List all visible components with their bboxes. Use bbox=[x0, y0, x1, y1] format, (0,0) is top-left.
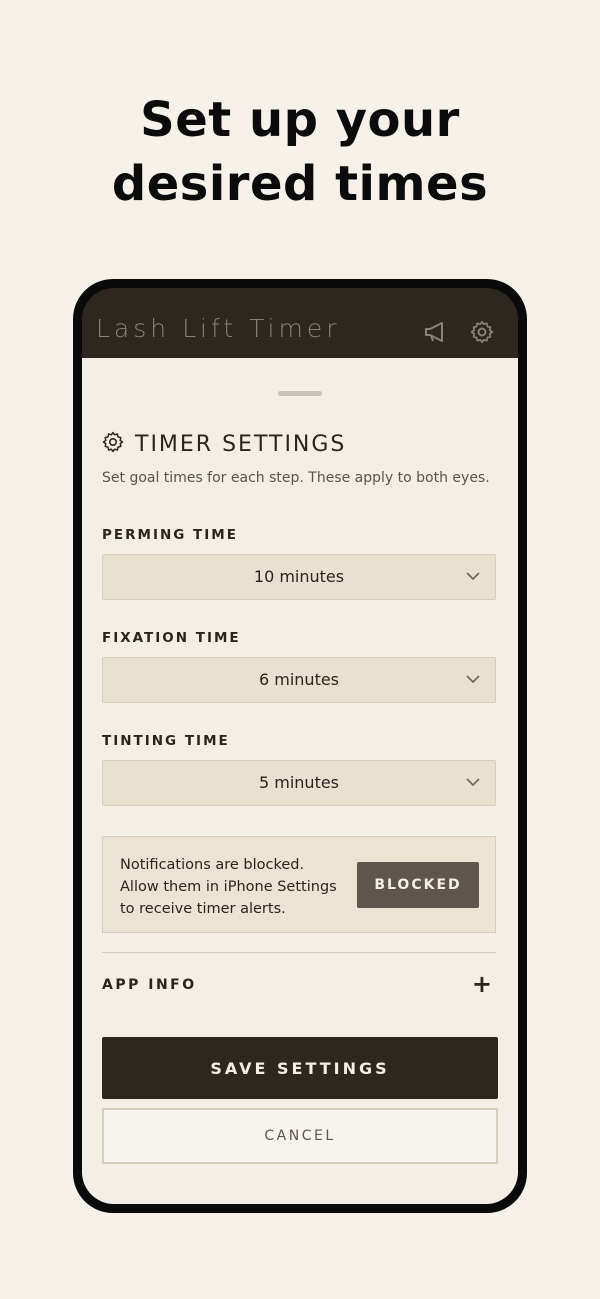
settings-subtitle: Set goal times for each step. These appl… bbox=[102, 470, 490, 486]
drag-handle[interactable] bbox=[278, 391, 322, 396]
fixation-time-select[interactable]: 6 minutes bbox=[102, 657, 496, 703]
phone-screen: Lash Lift Timer TIMER SETTINGS Set goal … bbox=[82, 288, 518, 1204]
fixation-time-label: FIXATION TIME bbox=[102, 630, 241, 646]
tinting-time-select[interactable]: 5 minutes bbox=[102, 760, 496, 806]
app-bar: Lash Lift Timer bbox=[82, 288, 518, 358]
marketing-headline: Set up your desired times bbox=[0, 88, 600, 216]
fixation-time-value: 6 minutes bbox=[258, 670, 340, 689]
cancel-button[interactable]: CANCEL bbox=[102, 1108, 498, 1164]
chevron-down-icon bbox=[466, 778, 480, 787]
perming-time-value: 10 minutes bbox=[253, 567, 345, 586]
app-info-label: APP INFO bbox=[102, 977, 197, 993]
headline-line-1: Set up your bbox=[140, 92, 460, 148]
settings-header: TIMER SETTINGS bbox=[101, 430, 346, 458]
app-title: Lash Lift Timer bbox=[96, 314, 341, 343]
notice-line: Allow them in iPhone Settings bbox=[120, 879, 337, 895]
plus-icon[interactable]: + bbox=[472, 970, 492, 998]
phone-frame: Lash Lift Timer TIMER SETTINGS Set goal … bbox=[73, 279, 527, 1213]
notice-line: to receive timer alerts. bbox=[120, 901, 286, 917]
app-info-toggle[interactable]: APP INFO + bbox=[102, 970, 496, 998]
tinting-time-value: 5 minutes bbox=[258, 773, 340, 792]
settings-sheet: TIMER SETTINGS Set goal times for each s… bbox=[82, 358, 518, 1204]
notice-line: Notifications are blocked. bbox=[120, 857, 305, 873]
divider bbox=[102, 952, 496, 953]
settings-title: TIMER SETTINGS bbox=[135, 431, 347, 457]
notifications-notice: Notifications are blocked. Allow them in… bbox=[102, 836, 496, 933]
chevron-down-icon bbox=[466, 675, 480, 684]
gear-icon[interactable] bbox=[468, 318, 496, 346]
tinting-time-label: TINTING TIME bbox=[102, 733, 230, 749]
perming-time-select[interactable]: 10 minutes bbox=[102, 554, 496, 600]
megaphone-icon[interactable] bbox=[422, 318, 450, 346]
gear-icon bbox=[101, 430, 125, 458]
blocked-button[interactable]: BLOCKED bbox=[357, 862, 479, 908]
perming-time-label: PERMING TIME bbox=[102, 527, 238, 543]
headline-line-2: desired times bbox=[111, 156, 489, 212]
save-settings-button[interactable]: SAVE SETTINGS bbox=[102, 1037, 498, 1099]
chevron-down-icon bbox=[466, 572, 480, 581]
notice-text: Notifications are blocked. Allow them in… bbox=[120, 854, 340, 920]
